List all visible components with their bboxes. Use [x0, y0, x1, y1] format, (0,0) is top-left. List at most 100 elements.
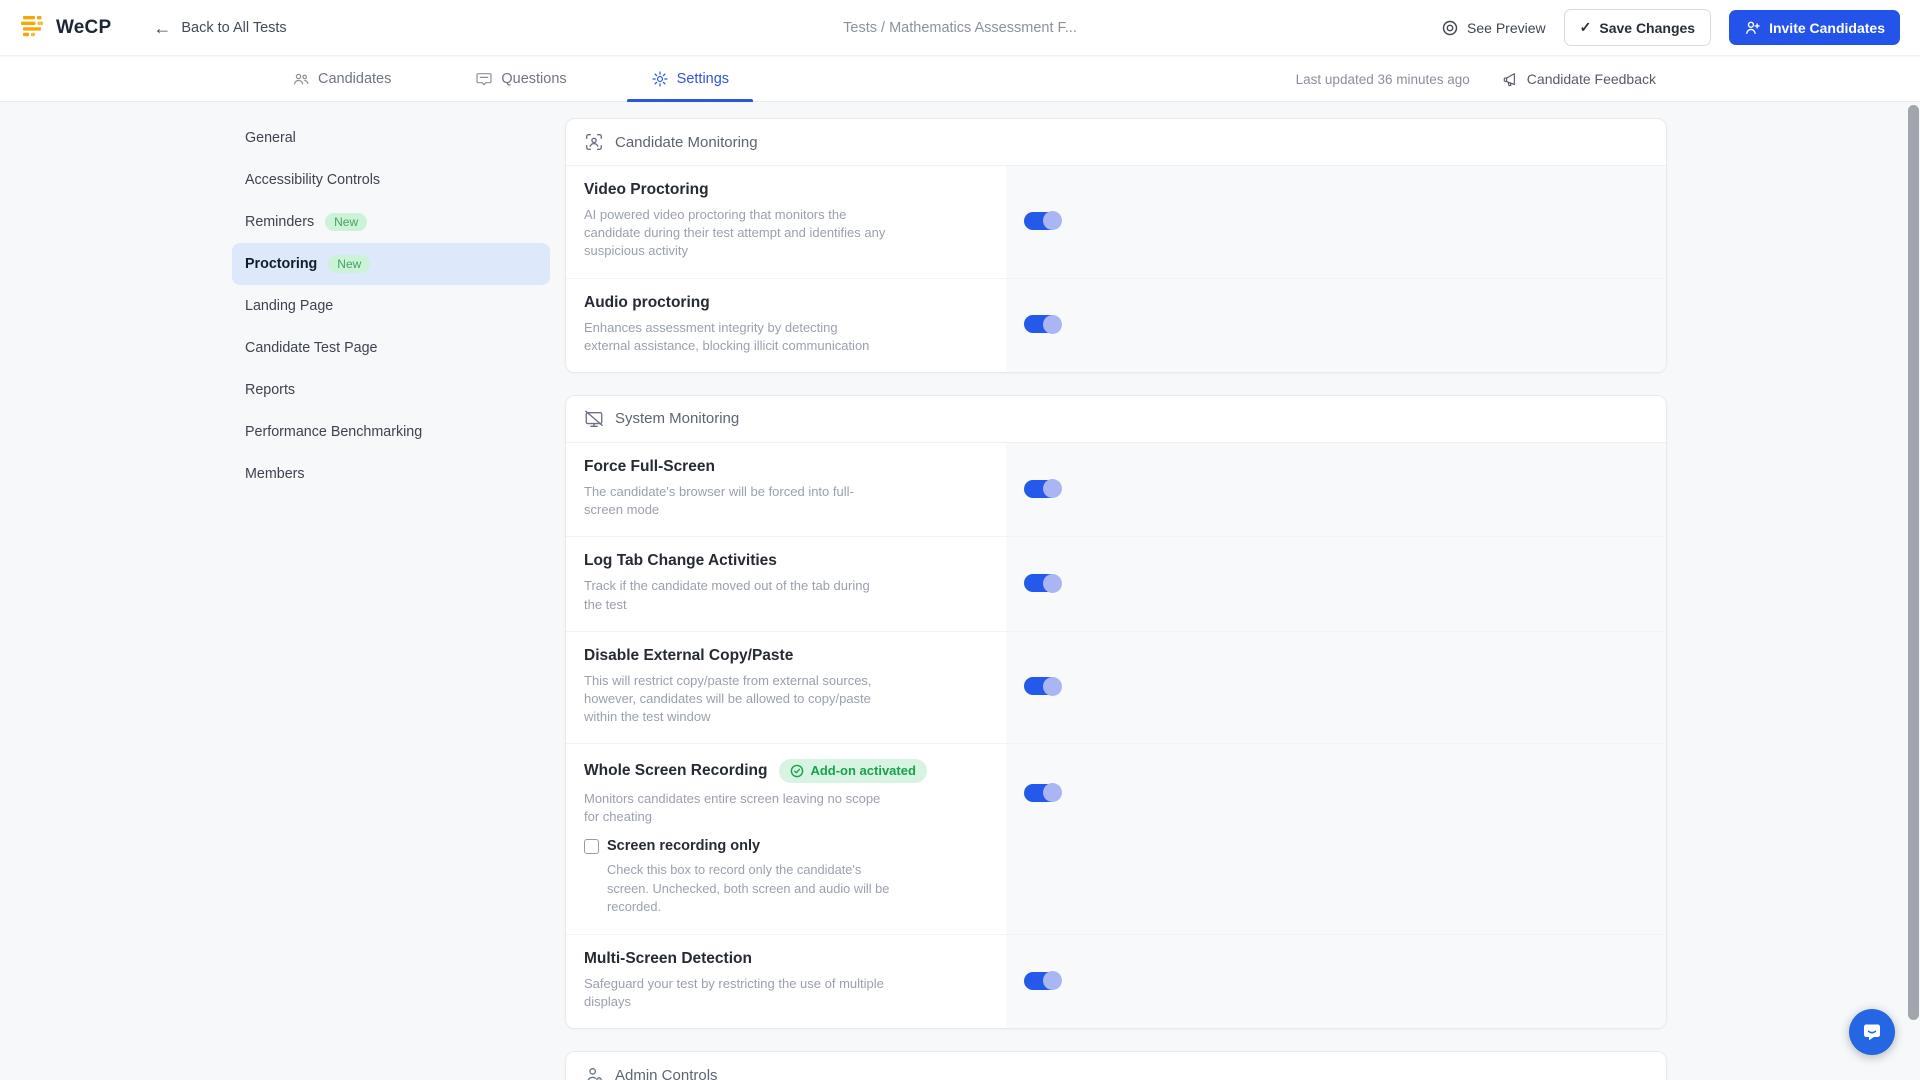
candidate-feedback-button[interactable]: Candidate Feedback: [1502, 71, 1656, 88]
setting-description: This will restrict copy/paste from exter…: [584, 672, 872, 725]
users-icon: [292, 70, 310, 88]
addon-badge-label: Add-on activated: [810, 763, 916, 779]
setting-description: Monitors candidates entire screen leavin…: [584, 790, 881, 825]
user-admin-icon: [584, 1065, 604, 1080]
setting-sub-option: Screen recording only Check this box to r…: [584, 838, 1648, 917]
gear-icon: [651, 70, 669, 88]
sidebar-item-candidate-test-page[interactable]: Candidate Test Page: [232, 327, 550, 369]
invite-candidates-label: Invite Candidates: [1769, 19, 1885, 36]
setting-row-log-tab-change-activities: Log Tab Change Activities Track if the ca…: [566, 537, 1666, 632]
sidebar-item-reports[interactable]: Reports: [232, 369, 550, 411]
toggle-knob: [1043, 314, 1062, 334]
setting-row-force-full-screen: Force Full-Screen The candidate's browser…: [566, 442, 1666, 538]
setting-title-line: Whole Screen Recording Add-on activated: [584, 759, 1024, 783]
top-bar: WeCP ← Back to All Tests Tests / Mathema…: [0, 0, 1920, 56]
setting-description: Enhances assessment integrity by detecti…: [584, 319, 870, 353]
toggle-knob: [1043, 971, 1062, 991]
wecp-logo-icon: [20, 15, 47, 40]
sidebar-item-accessibility-controls[interactable]: Accessibility Controls: [232, 159, 550, 201]
setting-description: AI powered video proctoring that monitor…: [584, 207, 886, 259]
setting-title-line: Disable External Copy/Paste: [584, 647, 1024, 665]
setting-row-main: Log Tab Change Activities Track if the ca…: [584, 552, 1648, 613]
setting-title-line: Video Proctoring: [584, 181, 1024, 199]
setting-row-main: Whole Screen Recording Add-on activated Mo…: [584, 759, 1648, 826]
brand[interactable]: WeCP: [20, 15, 111, 40]
tab-settings[interactable]: Settings: [626, 57, 754, 102]
toggle-force-full-screen[interactable]: [1024, 479, 1062, 499]
invite-candidates-button[interactable]: Invite Candidates: [1729, 10, 1900, 45]
back-arrow-icon: ←: [153, 17, 172, 38]
user-scan-icon: [584, 132, 604, 152]
setting-info: Log Tab Change Activities Track if the ca…: [584, 552, 1024, 613]
section-header-system-monitoring: System Monitoring: [566, 396, 1666, 443]
chat-widget-button[interactable]: [1849, 1009, 1895, 1055]
section-card-admin-controls: Admin ControlsLimit for Permissible Viol…: [565, 1051, 1667, 1080]
save-changes-button[interactable]: ✓ Save Changes: [1563, 9, 1712, 46]
sidebar-item-label: Reports: [245, 382, 296, 398]
sidebar-item-general[interactable]: General: [232, 117, 550, 159]
sidebar-item-performance-benchmarking[interactable]: Performance Benchmarking: [232, 411, 550, 453]
checkbox-screen-recording-only[interactable]: [584, 838, 599, 854]
tab-bar-right: Last updated 36 minutes ago Candidate Fe…: [1296, 57, 1656, 101]
setting-title: Log Tab Change Activities: [584, 552, 777, 570]
setting-title: Whole Screen Recording: [584, 762, 768, 780]
toggle-audio-proctoring[interactable]: [1024, 314, 1062, 334]
user-plus-icon: [1744, 19, 1761, 36]
toggle-multi-screen-detection[interactable]: [1024, 971, 1062, 991]
candidate-feedback-label: Candidate Feedback: [1526, 71, 1656, 87]
toggle-knob: [1043, 479, 1062, 499]
settings-sections: Candidate Monitoring Video Proctoring AI p…: [565, 118, 1667, 1080]
toggle-whole-screen-recording[interactable]: [1024, 783, 1062, 803]
setting-title: Video Proctoring: [584, 181, 709, 198]
setting-title-line: Multi-Screen Detection: [584, 950, 1024, 968]
toggle-video-proctoring[interactable]: [1024, 211, 1062, 231]
brand-name: WeCP: [56, 16, 112, 38]
tab-label: Questions: [501, 71, 567, 87]
setting-info: Force Full-Screen The candidate's browser…: [584, 458, 1024, 519]
setting-info: Video Proctoring AI powered video proctor…: [584, 181, 1024, 261]
toggle-knob: [1043, 783, 1062, 803]
setting-title-line: Log Tab Change Activities: [584, 552, 1024, 570]
toggle-disable-external-copy-paste[interactable]: [1024, 676, 1062, 696]
setting-row-whole-screen-recording: Whole Screen Recording Add-on activated Mo…: [566, 744, 1666, 935]
sidebar-item-label: Reminders: [245, 214, 315, 230]
section-card-system-monitoring: System Monitoring Force Full-Screen The ca…: [565, 394, 1667, 1030]
setting-title: Force Full-Screen: [584, 457, 715, 475]
sidebar-item-reminders[interactable]: Reminders New: [232, 201, 550, 243]
section-header-candidate-monitoring: Candidate Monitoring: [566, 119, 1666, 166]
sidebar-item-members[interactable]: Members: [232, 453, 550, 495]
setting-row-disable-external-copy-paste: Disable External Copy/Paste This will res…: [566, 631, 1666, 745]
setting-row-main: Audio proctoring Enhances assessment inte…: [584, 294, 1648, 355]
tab-questions[interactable]: Questions: [451, 57, 590, 101]
last-updated-text: Last updated 36 minutes ago: [1295, 71, 1470, 87]
sidebar-item-label: Candidate Test Page: [245, 340, 378, 356]
section-card-candidate-monitoring: Candidate Monitoring Video Proctoring AI p…: [565, 118, 1667, 373]
breadcrumb: Tests / Mathematics Assessment F...: [843, 19, 1077, 36]
section-title: System Monitoring: [615, 410, 740, 428]
back-to-all-tests-link[interactable]: ← Back to All Tests: [153, 19, 286, 37]
section-header-admin-controls: Admin Controls: [566, 1052, 1666, 1080]
new-badge: New: [325, 213, 368, 231]
sidebar-item-label: Accessibility Controls: [245, 172, 381, 188]
see-preview-button[interactable]: See Preview: [1441, 19, 1546, 37]
sidebar-item-landing-page[interactable]: Landing Page: [232, 285, 550, 327]
setting-row-main: Force Full-Screen The candidate's browser…: [584, 458, 1648, 519]
setting-row-multi-screen-detection: Multi-Screen Detection Safeguard your tes…: [566, 934, 1666, 1029]
megaphone-icon: [1502, 71, 1519, 88]
sidebar-item-proctoring[interactable]: Proctoring New: [232, 243, 550, 285]
setting-info: Disable External Copy/Paste This will res…: [584, 647, 1024, 727]
wecp-settings-page: WeCP ← Back to All Tests Tests / Mathema…: [0, 0, 1920, 1080]
setting-row-main: Multi-Screen Detection Safeguard your tes…: [584, 950, 1648, 1011]
toggle-knob: [1043, 676, 1062, 696]
tab-label: Candidates: [318, 71, 392, 87]
tab-candidates[interactable]: Candidates: [268, 57, 415, 101]
toggle-knob: [1043, 211, 1062, 231]
tab-label: Settings: [676, 71, 730, 87]
vertical-scrollbar-thumb[interactable]: [1908, 105, 1919, 1020]
setting-row-main: Video Proctoring AI powered video proctor…: [584, 181, 1648, 261]
check-icon: ✓: [1579, 19, 1592, 35]
new-badge: New: [328, 255, 371, 273]
setting-info: Whole Screen Recording Add-on activated Mo…: [584, 759, 1024, 826]
section-title: Candidate Monitoring: [615, 133, 758, 151]
toggle-log-tab-change-activities[interactable]: [1024, 573, 1062, 593]
